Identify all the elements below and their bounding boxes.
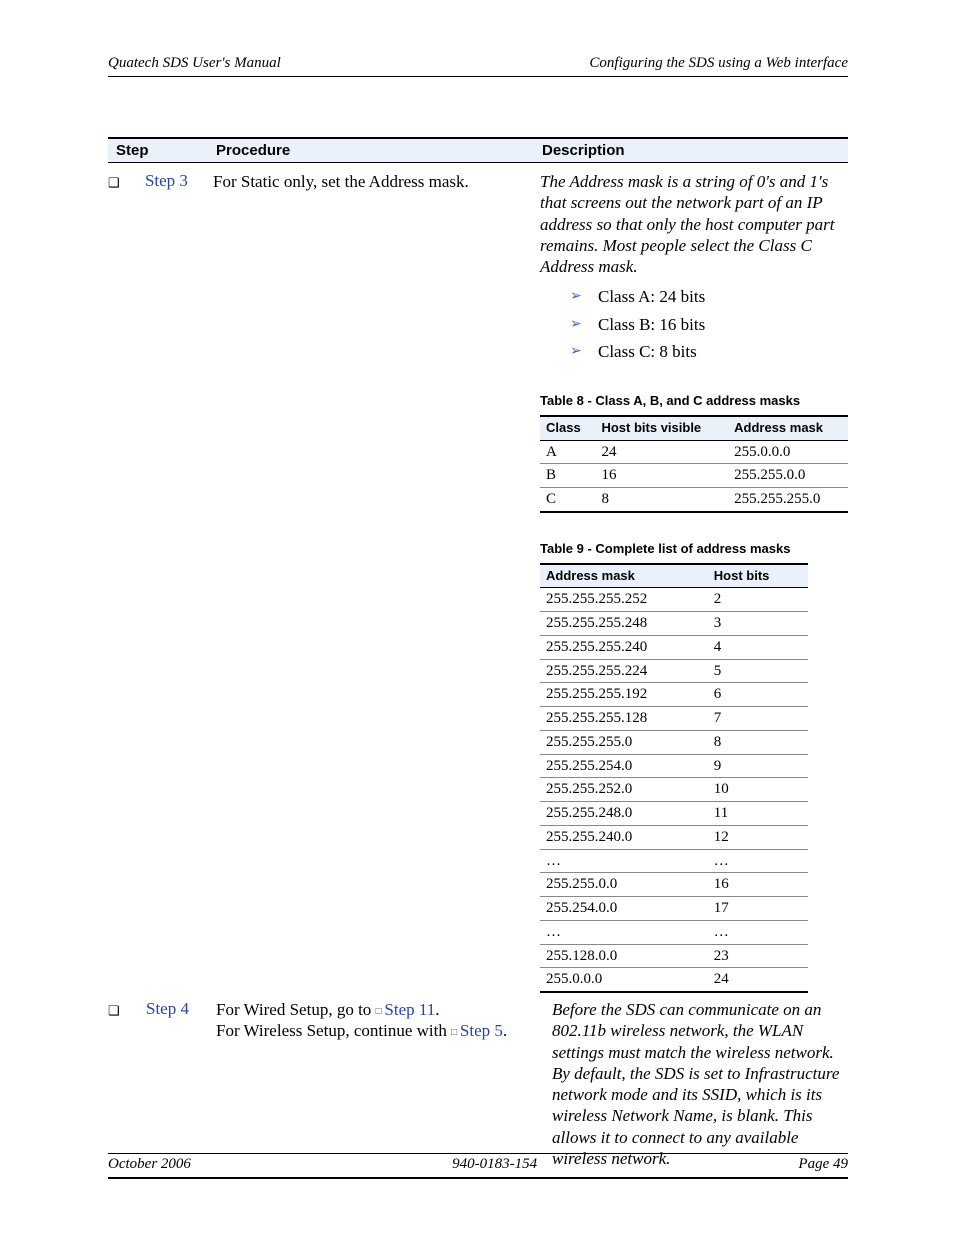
table-9-h1: Host bits (708, 564, 808, 588)
table-8: Class Host bits visible Address mask A24… (540, 415, 848, 513)
link-step-5[interactable]: □ Step 5 (451, 1021, 503, 1040)
step-4-description: Before the SDS can communicate on an 802… (552, 999, 848, 1169)
table-9-caption: Table 9 - Complete list of address masks (540, 541, 848, 557)
table-row: 255.255.255.2245 (540, 659, 808, 683)
bullet-class-a: Class A: 24 bits (570, 283, 848, 310)
table-row: B16255.255.0.0 (540, 464, 848, 488)
col-head-step: Step (116, 142, 216, 159)
table-row: 255.255.255.1926 (540, 683, 808, 707)
bullet-class-b: Class B: 16 bits (570, 311, 848, 338)
table-row: 255.255.248.011 (540, 802, 808, 826)
col-head-description: Description (542, 142, 848, 159)
link-box-icon: □ (451, 1027, 460, 1038)
step-4-desc-text: Before the SDS can communicate on an 802… (552, 1000, 839, 1168)
main-table-header: Step Procedure Description (108, 137, 848, 163)
table-row: 255.255.0.016 (540, 873, 808, 897)
document-page: Quatech SDS User's Manual Configuring th… (0, 0, 954, 1235)
table-8-h2: Address mask (728, 416, 848, 440)
table-row: …… (540, 849, 808, 873)
table-row: 255.255.255.08 (540, 730, 808, 754)
table-8-caption: Table 8 - Class A, B, and C address mask… (540, 393, 848, 409)
table-row: C8255.255.255.0 (540, 488, 848, 512)
step-3-description: The Address mask is a string of 0's and … (540, 171, 848, 993)
footer-docnum: 940-0183-154 (452, 1156, 537, 1173)
table-row: 255.255.252.010 (540, 778, 808, 802)
footer-date: October 2006 (108, 1156, 191, 1173)
step-3-label: Step 3 (145, 171, 213, 993)
header-left: Quatech SDS User's Manual (108, 55, 281, 72)
table-row: 255.255.254.09 (540, 754, 808, 778)
table-row: 255.254.0.017 (540, 897, 808, 921)
table-8-h0: Class (540, 416, 595, 440)
table-row: 255.255.255.2522 (540, 588, 808, 612)
table-row: 255.0.0.024 (540, 968, 808, 992)
table-row: 255.128.0.023 (540, 944, 808, 968)
class-bullets: Class A: 24 bits Class B: 16 bits Class … (540, 283, 848, 365)
header-right: Configuring the SDS using a Web interfac… (589, 55, 848, 72)
checkbox-icon: ❑ (108, 999, 146, 1169)
checkbox-icon: ❑ (108, 171, 145, 993)
col-head-procedure: Procedure (216, 142, 542, 159)
step-4-label: Step 4 (146, 999, 216, 1169)
table-row: 255.255.255.1287 (540, 707, 808, 731)
running-header: Quatech SDS User's Manual Configuring th… (108, 55, 848, 77)
table-9-h0: Address mask (540, 564, 708, 588)
table-row: A24255.0.0.0 (540, 440, 848, 464)
page-footer: October 2006 940-0183-154 Page 49 (108, 1153, 848, 1173)
table-row: Class Host bits visible Address mask (540, 416, 848, 440)
step-3-row: ❑ Step 3 For Static only, set the Addres… (108, 163, 848, 993)
footer-pagenum: Page 49 (798, 1156, 848, 1173)
table-9: Address mask Host bits 255.255.255.2522 … (540, 563, 808, 993)
table-row: 255.255.255.2404 (540, 635, 808, 659)
table-row: 255.255.240.012 (540, 825, 808, 849)
step-3-desc-text: The Address mask is a string of 0's and … (540, 172, 835, 276)
step-4-procedure: For Wired Setup, go to □ Step 11. For Wi… (216, 999, 552, 1169)
table-8-h1: Host bits visible (595, 416, 728, 440)
section-bottom-rule (108, 1177, 848, 1179)
bullet-class-c: Class C: 8 bits (570, 338, 848, 365)
table-row: Address mask Host bits (540, 564, 808, 588)
step-4-row: ❑ Step 4 For Wired Setup, go to □ Step 1… (108, 993, 848, 1169)
table-row: 255.255.255.2483 (540, 612, 808, 636)
link-step-11[interactable]: □ Step 11 (376, 1000, 436, 1019)
step-3-procedure: For Static only, set the Address mask. (213, 171, 540, 993)
table-row: …… (540, 920, 808, 944)
